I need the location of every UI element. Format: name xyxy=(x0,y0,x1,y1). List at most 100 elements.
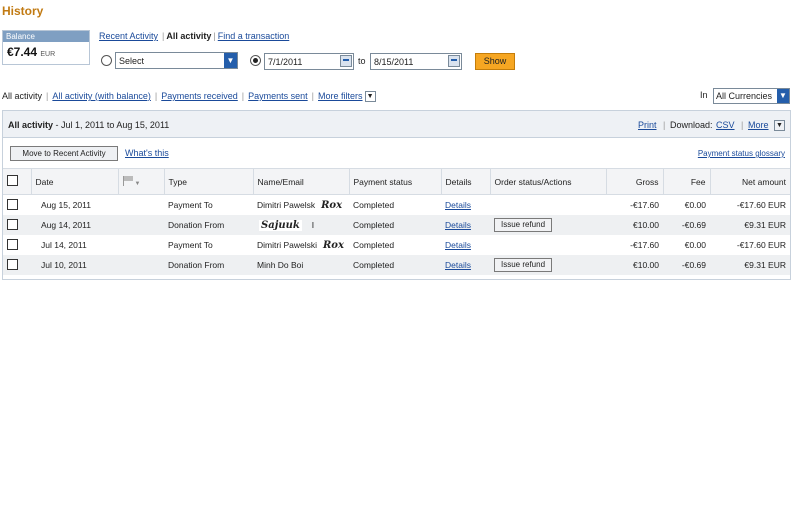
row-type: Donation From xyxy=(164,255,253,275)
filter-links: All activity | All activity (with balance)… xyxy=(2,91,376,103)
activity-panel: All activity - Jul 1, 2011 to Aug 15, 20… xyxy=(2,110,791,280)
row-fee: -€0.69 xyxy=(663,215,710,235)
col-gross: Gross xyxy=(606,168,664,195)
row-status: Completed xyxy=(349,255,441,275)
page-title: History xyxy=(2,4,44,18)
filter-payments-sent[interactable]: Payments sent xyxy=(248,91,308,101)
row-net: -€17.60 EUR xyxy=(736,200,786,210)
issue-refund-button[interactable]: Issue refund xyxy=(494,218,553,232)
row-net: €9.31 EUR xyxy=(710,215,790,235)
row-date: Jul 14, 2011 xyxy=(41,240,87,250)
calendar-icon[interactable] xyxy=(340,55,352,67)
select-all-checkbox[interactable] xyxy=(7,175,18,186)
row-name-text: Sajuuk xyxy=(259,219,302,231)
balance-value: €7.44 xyxy=(7,45,38,59)
filter-all-activity[interactable]: All activity xyxy=(2,91,42,101)
row-net: -€17.60 EUR xyxy=(736,240,786,250)
activity-tabs: Recent Activity | All activity | Find a tran… xyxy=(99,31,290,41)
currency-select[interactable]: All Currencies ▼ xyxy=(713,88,790,104)
csv-link[interactable]: CSV xyxy=(716,120,735,130)
row-type: Donation From xyxy=(164,215,253,235)
row-checkbox[interactable] xyxy=(7,258,18,270)
select-all-cell xyxy=(3,168,32,195)
currency-in-label: In xyxy=(700,90,708,100)
row-checkbox[interactable] xyxy=(7,218,18,230)
calendar-icon[interactable] xyxy=(448,55,460,67)
row-name: Sajuuk I xyxy=(253,215,349,235)
col-flag[interactable]: ▼ xyxy=(118,168,165,195)
row-net: €9.31 EUR xyxy=(710,255,790,275)
row-name-text: Minh Do Boi xyxy=(257,260,304,270)
balance-label: Balance xyxy=(3,31,89,42)
date-range-radio[interactable] xyxy=(250,55,261,66)
row-checkbox[interactable] xyxy=(7,238,18,250)
chevron-down-icon: ▼ xyxy=(224,53,237,68)
row-gross: €10.00 xyxy=(606,255,663,275)
more-filters-link[interactable]: More filters xyxy=(318,91,363,101)
panel-title: All activity - Jul 1, 2011 to Aug 15, 20… xyxy=(8,120,169,130)
chevron-down-icon[interactable]: ▼ xyxy=(364,91,376,103)
print-link[interactable]: Print xyxy=(638,120,657,130)
row-name-signature: I xyxy=(311,219,315,230)
range-select-value: Select xyxy=(119,56,145,66)
tab-all-activity[interactable]: All activity xyxy=(166,31,211,41)
row-date: Aug 15, 2011 xyxy=(41,200,91,210)
col-status: Payment status xyxy=(349,168,442,195)
chevron-down-icon: ▼ xyxy=(134,181,141,187)
details-link[interactable]: Details xyxy=(445,240,471,250)
row-type: Payment To xyxy=(168,200,213,210)
filter-all-with-balance[interactable]: All activity (with balance) xyxy=(52,91,151,101)
row-status: Completed xyxy=(353,200,395,210)
chevron-down-icon[interactable]: ▼ xyxy=(774,120,785,131)
chevron-down-icon: ▼ xyxy=(777,89,789,103)
col-fee: Fee xyxy=(663,168,711,195)
row-status: Completed xyxy=(353,240,395,250)
panel-title-bold: All activity xyxy=(8,120,54,130)
flag-icon xyxy=(122,176,135,186)
row-name-text: Dimitri Pawelsk xyxy=(257,199,316,210)
row-name-signature: Rox xyxy=(322,239,344,251)
range-select-radio[interactable] xyxy=(101,55,112,66)
table-header-row: Date ▼ Type Name/Email Payment status De… xyxy=(3,168,790,195)
issue-refund-button[interactable]: Issue refund xyxy=(494,258,553,272)
row-gross: €10.00 xyxy=(606,215,663,235)
balance-box: Balance €7.44 EUR xyxy=(2,30,90,65)
table-row: Aug 15, 2011 Payment To Dimitri Pawelsk R… xyxy=(3,195,790,216)
details-link[interactable]: Details xyxy=(445,220,471,230)
row-name: Dimitri Pawelsk Rox xyxy=(253,195,349,216)
col-order: Order status/Actions xyxy=(490,168,607,195)
col-name: Name/Email xyxy=(253,168,350,195)
activity-table: Date ▼ Type Name/Email Payment status De… xyxy=(3,168,790,275)
col-details: Details xyxy=(441,168,491,195)
range-select[interactable]: Select ▼ xyxy=(115,52,238,69)
more-link[interactable]: More xyxy=(748,120,769,130)
move-to-recent-button[interactable]: Move to Recent Activity xyxy=(10,146,118,161)
panel-header: All activity - Jul 1, 2011 to Aug 15, 20… xyxy=(3,111,790,138)
table-row: Jul 14, 2011 Payment To Dimitri Pawelski… xyxy=(3,235,790,255)
col-date[interactable]: Date xyxy=(31,168,119,195)
details-link[interactable]: Details xyxy=(445,200,471,210)
balance-amount: €7.44 EUR xyxy=(3,42,89,59)
row-name: Dimitri Pawelski Rox xyxy=(253,235,349,255)
to-date-field[interactable]: 8/15/2011 xyxy=(370,53,462,70)
from-date-field[interactable]: 7/1/2011 xyxy=(264,53,354,70)
row-fee: €0.00 xyxy=(684,200,706,210)
row-gross: -€17.60 xyxy=(630,200,659,210)
col-type: Type xyxy=(164,168,254,195)
tab-recent-activity[interactable]: Recent Activity xyxy=(99,31,158,41)
panel-title-range: - Jul 1, 2011 to Aug 15, 2011 xyxy=(53,120,170,130)
row-fee: -€0.69 xyxy=(663,255,710,275)
details-link[interactable]: Details xyxy=(445,260,471,270)
row-name: Minh Do Boi xyxy=(253,255,349,275)
row-date: Aug 14, 2011 xyxy=(31,215,118,235)
balance-currency: EUR xyxy=(40,51,56,58)
filter-payments-received[interactable]: Payments received xyxy=(161,91,238,101)
tab-find-transaction[interactable]: Find a transaction xyxy=(218,31,290,41)
row-fee: €0.00 xyxy=(684,240,706,250)
show-button[interactable]: Show xyxy=(475,53,515,70)
row-checkbox[interactable] xyxy=(7,198,18,210)
col-net: Net amount xyxy=(710,168,790,195)
payment-status-glossary-link[interactable]: Payment status glossary xyxy=(698,149,785,158)
row-name-signature: Rox xyxy=(321,199,343,211)
whats-this-link[interactable]: What's this xyxy=(125,148,169,158)
